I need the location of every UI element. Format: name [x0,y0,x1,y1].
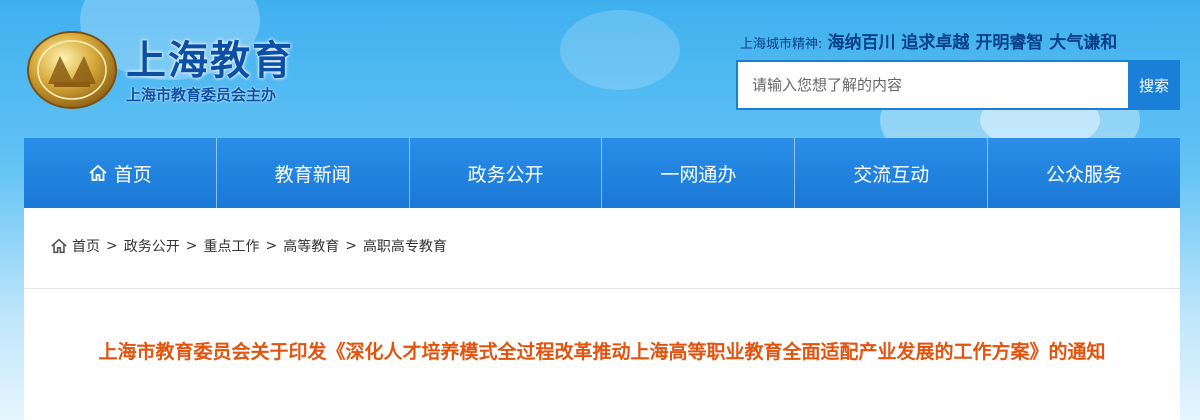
city-motto: 上海城市精神: 海纳百川 追求卓越 开明睿智 大气谦和 [740,28,1117,53]
breadcrumb-link-higher-education[interactable]: 高等教育 [283,236,339,256]
breadcrumb-separator: > [345,238,357,254]
breadcrumb-separator: > [106,238,118,254]
motto-label: 上海城市精神: [740,37,823,52]
breadcrumb: 首页 > 政务公开 > 重点工作 > 高等教育 > 高职高专教育 [50,236,447,256]
search-bar: 搜索 [736,60,1180,110]
site-title[interactable]: 上海教育 [126,28,294,86]
main-nav: 首页 教育新闻 政务公开 一网通办 交流互动 公众服务 [24,138,1180,208]
nav-label: 公众服务 [1046,163,1123,186]
home-icon [89,164,107,181]
site-subtitle: 上海市教育委员会主办 [126,86,277,104]
nav-item-public-services[interactable]: 公众服务 [988,138,1180,208]
site-header: 上海教育 上海市教育委员会主办 上海城市精神: 海纳百川 追求卓越 开明睿智 大… [0,0,1200,180]
nav-item-one-stop-service[interactable]: 一网通办 [602,138,796,208]
site-logo-icon[interactable] [24,20,120,112]
nav-item-home[interactable]: 首页 [24,138,217,208]
article-title: 上海市教育委员会关于印发《深化人才培养模式全过程改革推动上海高等职业教育全面适配… [98,341,1106,363]
nav-item-education-news[interactable]: 教育新闻 [217,138,410,208]
nav-label: 一网通办 [660,163,737,186]
breadcrumb-link-key-work[interactable]: 重点工作 [203,236,259,256]
nav-label: 首页 [113,163,152,186]
breadcrumb-link-government-affairs[interactable]: 政务公开 [124,236,180,256]
nav-label: 政务公开 [467,163,544,186]
nav-label: 交流互动 [853,163,930,186]
motto-text: 海纳百川 追求卓越 开明睿智 大气谦和 [827,33,1118,53]
search-button[interactable]: 搜索 [1128,60,1180,110]
nav-label: 教育新闻 [274,163,351,186]
divider [24,288,1180,289]
home-icon[interactable] [50,237,68,255]
nav-item-government-affairs[interactable]: 政务公开 [410,138,603,208]
nav-item-interaction[interactable]: 交流互动 [795,138,989,208]
breadcrumb-separator: > [185,238,198,254]
breadcrumb-link-vocational-education[interactable]: 高职高专教育 [363,236,447,256]
breadcrumb-separator: > [265,238,278,254]
header-decoration [560,10,680,90]
content-panel: 首页 > 政务公开 > 重点工作 > 高等教育 > 高职高专教育 上海市教育委员… [24,208,1180,420]
breadcrumb-link-home[interactable]: 首页 [72,236,100,256]
search-input[interactable] [736,60,1128,110]
